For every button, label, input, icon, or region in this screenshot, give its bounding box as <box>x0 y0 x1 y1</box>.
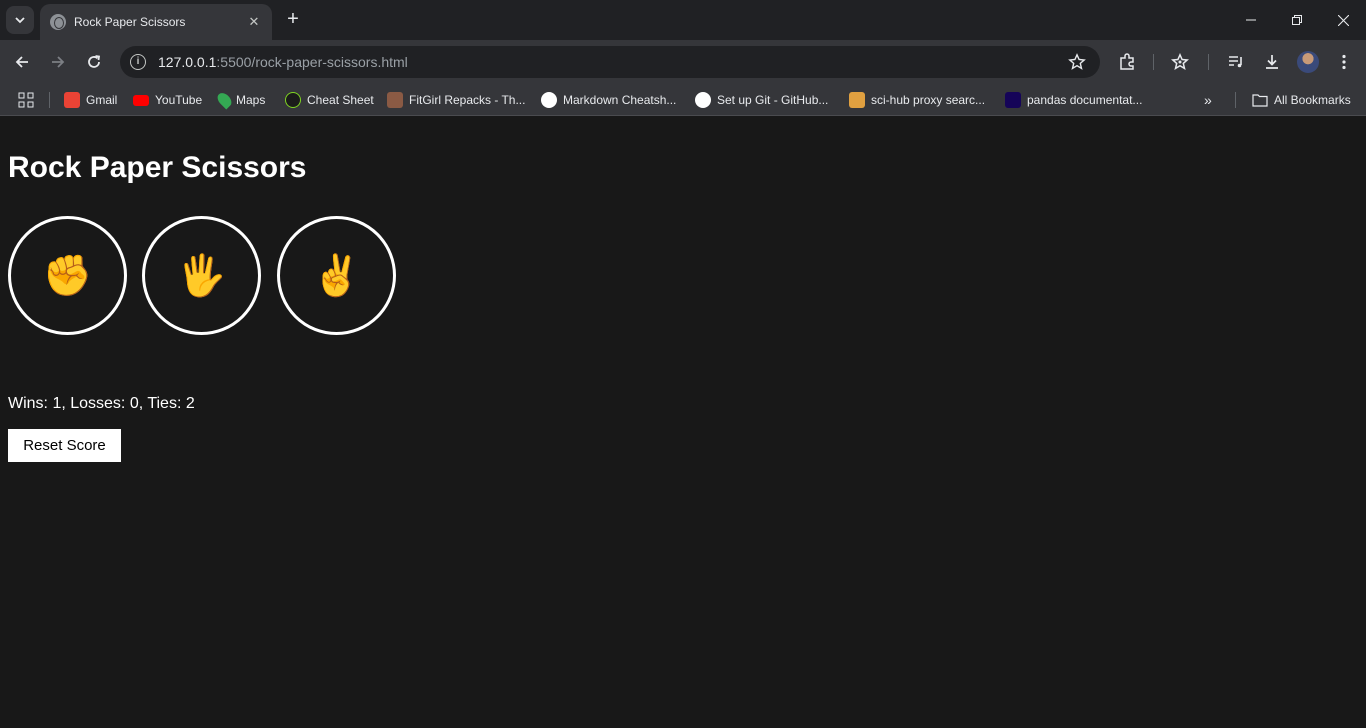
minimize-icon <box>1246 19 1256 21</box>
maps-icon <box>214 90 235 110</box>
github-icon <box>541 92 557 108</box>
bookmark-label: Maps <box>236 93 266 107</box>
arrow-right-icon <box>52 56 65 68</box>
bookmark-label: sci-hub proxy searc... <box>871 93 986 107</box>
active-tab[interactable]: Rock Paper Scissors ✕ <box>40 4 272 40</box>
all-bookmarks-button[interactable]: All Bookmarks <box>1252 90 1351 110</box>
bookmark-item[interactable]: Markdown Cheatsh... <box>541 90 676 110</box>
url-path: :5500/rock-paper-scissors.html <box>216 54 408 70</box>
bookmark-item[interactable]: sci-hub proxy searc... <box>849 90 985 110</box>
page-content: Rock Paper Scissors ✊ 🖐 ✌ Wins: 1, Losse… <box>0 121 1366 728</box>
bookmark-label: Cheat Sheet <box>307 93 374 107</box>
rock-button[interactable]: ✊ <box>8 216 127 335</box>
bookmark-item[interactable]: pandas documentat... <box>1005 90 1142 110</box>
victory-hand-icon: ✌ <box>311 253 362 298</box>
github-icon <box>695 92 711 108</box>
bookmark-star-icon[interactable] <box>1068 53 1086 76</box>
bookmark-label: YouTube <box>155 93 203 107</box>
bookmark-label: FitGirl Repacks - Th... <box>409 93 526 107</box>
close-icon <box>1337 14 1349 26</box>
pandas-icon <box>1005 92 1021 108</box>
download-icon[interactable] <box>1262 52 1282 72</box>
bookmark-item[interactable]: Cheat Sheet <box>285 90 374 110</box>
restore-button[interactable] <box>1274 0 1320 40</box>
tab-title: Rock Paper Scissors <box>74 15 186 29</box>
score-text: Wins: 1, Losses: 0, Ties: 2 <box>8 395 195 412</box>
restore-icon <box>1292 15 1302 25</box>
bookmark-item[interactable]: YouTube <box>133 90 202 110</box>
tab-search-button[interactable] <box>6 6 34 34</box>
bookmark-label: Markdown Cheatsh... <box>563 93 677 107</box>
bookmark-item[interactable]: Gmail <box>64 90 117 110</box>
sci-hub-icon <box>849 92 865 108</box>
page-title: Rock Paper Scissors <box>8 151 307 184</box>
chevron-down-icon <box>15 17 25 24</box>
gmail-icon <box>64 92 80 108</box>
media-control-icon[interactable] <box>1226 52 1246 72</box>
minimize-button[interactable] <box>1228 0 1274 40</box>
arrow-left-icon <box>15 56 28 68</box>
extensions-icon[interactable] <box>1117 52 1137 72</box>
fitgirl-icon <box>387 92 403 108</box>
bookmark-label: Gmail <box>86 93 118 107</box>
bookmark-item[interactable]: Set up Git - GitHub... <box>695 90 828 110</box>
youtube-icon <box>133 94 149 106</box>
close-window-button[interactable] <box>1320 0 1366 40</box>
paper-button[interactable]: 🖐 <box>142 216 261 335</box>
browser-toolbar: i 127.0.0.1:5500/rock-paper-scissors.htm… <box>0 40 1366 84</box>
bookmark-item[interactable]: Maps <box>214 90 266 110</box>
new-tab-button[interactable]: + <box>282 8 304 30</box>
raised-hand-icon: 🖐 <box>176 253 227 298</box>
toolbar-divider <box>1208 54 1209 70</box>
reload-button[interactable] <box>80 48 108 76</box>
address-bar[interactable]: i 127.0.0.1:5500/rock-paper-scissors.htm… <box>120 46 1100 78</box>
tab-strip: Rock Paper Scissors ✕ + <box>0 0 1366 40</box>
bookmark-label: Set up Git - GitHub... <box>717 93 829 107</box>
cheat-sheet-icon <box>285 92 301 108</box>
bookmarks-divider <box>1235 92 1236 108</box>
bookmarks-divider <box>49 92 50 108</box>
close-tab-icon[interactable]: ✕ <box>246 14 262 30</box>
forward-button[interactable] <box>44 48 72 76</box>
back-button[interactable] <box>8 48 36 76</box>
folder-icon <box>1252 92 1268 108</box>
menu-kebab-icon[interactable] <box>1334 52 1354 72</box>
toolbar-divider <box>1153 54 1154 70</box>
fist-icon: ✊ <box>42 253 93 298</box>
bookmark-label: pandas documentat... <box>1027 93 1143 107</box>
reload-icon <box>88 55 101 68</box>
apps-grid-icon[interactable] <box>18 90 34 110</box>
globe-icon <box>50 14 66 30</box>
window-controls <box>1228 0 1366 40</box>
reset-score-button[interactable]: Reset Score <box>8 429 121 462</box>
all-bookmarks-label: All Bookmarks <box>1274 93 1351 107</box>
profile-avatar[interactable] <box>1297 51 1319 73</box>
more-bookmarks-chevron-icon[interactable]: » <box>1204 90 1212 110</box>
bookmarks-star-icon[interactable] <box>1170 52 1190 72</box>
url-host: 127.0.0.1 <box>158 54 217 70</box>
bookmark-item[interactable]: FitGirl Repacks - Th... <box>387 90 525 110</box>
site-info-icon[interactable]: i <box>130 54 146 70</box>
scissors-button[interactable]: ✌ <box>277 216 396 335</box>
bookmarks-bar: Gmail YouTube Maps Cheat Sheet FitGirl Repac… <box>0 84 1366 116</box>
